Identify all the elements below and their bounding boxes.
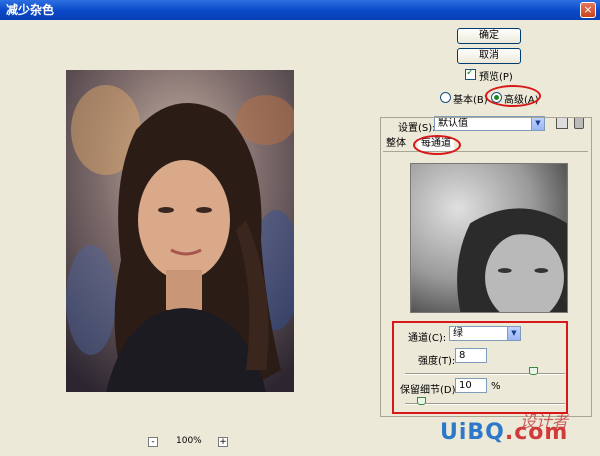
zoom-controls: - 100% + — [148, 436, 238, 451]
watermark-text-a: UiBQ — [440, 420, 505, 445]
close-button[interactable]: × — [580, 2, 596, 18]
strength-slider-track[interactable] — [405, 373, 565, 375]
preview-checkbox[interactable]: ✓ — [465, 67, 476, 80]
channel-preview[interactable] — [410, 163, 568, 313]
main-photo-preview[interactable] — [66, 70, 294, 392]
preview-label: 预览(P) — [479, 72, 513, 83]
basic-label: 基本(B) — [453, 95, 488, 106]
portrait-image — [66, 70, 294, 392]
preserve-slider-track[interactable] — [405, 403, 565, 405]
ok-button[interactable]: 确定 — [457, 28, 521, 44]
channel-label: 通道(C): — [408, 333, 447, 344]
zoom-level: 100% — [176, 436, 202, 446]
channel-value: 绿 — [453, 328, 463, 339]
zoom-out-button[interactable]: - — [148, 437, 158, 447]
strength-slider-thumb[interactable] — [529, 367, 538, 375]
preserve-label: 保留细节(D): — [400, 385, 459, 396]
preserve-input[interactable]: 10 — [455, 378, 487, 393]
basic-radio[interactable] — [440, 92, 451, 103]
strength-label: 强度(T): — [418, 356, 456, 367]
window-title: 减少杂色 — [0, 0, 600, 20]
watermark-text-b: .com — [504, 420, 569, 445]
chevron-down-icon: ▼ — [507, 327, 520, 340]
check-mark-icon: ✓ — [466, 67, 475, 78]
preserve-slider-thumb[interactable] — [417, 397, 426, 405]
tab-overall[interactable]: 整体 — [383, 137, 409, 151]
grayscale-channel-image — [411, 164, 567, 312]
per-channel-highlight-oval — [413, 135, 461, 155]
strength-input[interactable]: 8 — [455, 348, 487, 363]
advanced-highlight-oval — [485, 85, 541, 107]
zoom-in-button[interactable]: + — [218, 437, 228, 447]
cancel-button[interactable]: 取消 — [457, 48, 521, 64]
watermark-logo: UiBQ.com — [440, 420, 568, 445]
channel-select[interactable]: 绿 ▼ — [449, 326, 521, 341]
preserve-unit: % — [491, 381, 501, 392]
